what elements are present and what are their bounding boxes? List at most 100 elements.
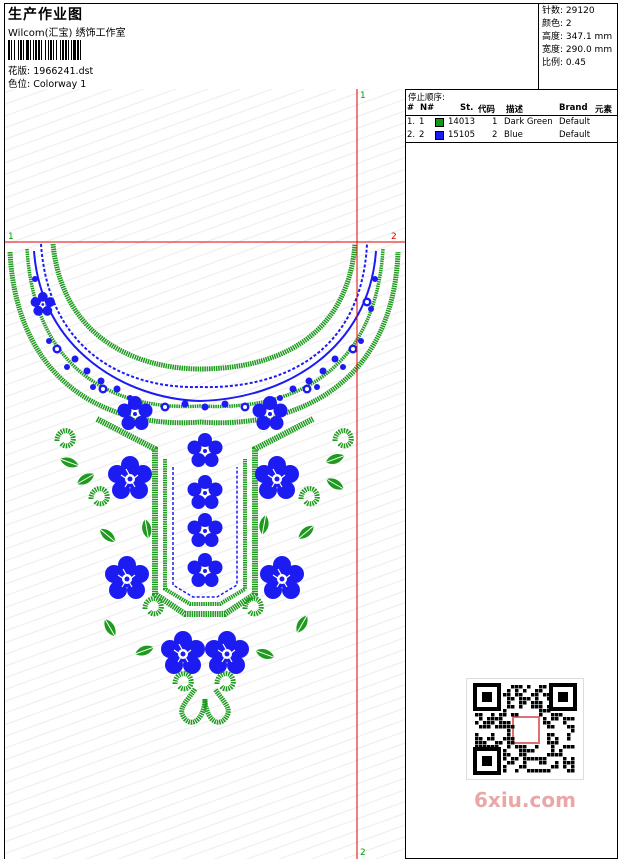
qr-module <box>507 733 511 737</box>
stat-colors: 颜色: 2 <box>542 19 572 29</box>
table-divider <box>406 142 617 143</box>
barcode <box>8 40 142 60</box>
qr-module <box>539 701 543 705</box>
qr-module <box>507 725 511 729</box>
qr-module <box>543 717 547 721</box>
qr-module <box>487 717 491 721</box>
qr-module <box>523 765 527 769</box>
qr-module <box>507 721 511 725</box>
qr-module <box>491 721 495 725</box>
qr-module <box>519 693 523 697</box>
qr-module <box>531 757 535 761</box>
qr-module <box>543 693 547 697</box>
qr-module <box>571 729 575 733</box>
qr-module <box>555 765 559 769</box>
qr-module <box>531 769 535 773</box>
qr-module <box>535 705 539 709</box>
qr-module <box>523 753 527 757</box>
qr-module <box>527 685 531 689</box>
colorway-line: 色位: Colorway 1 <box>8 76 86 90</box>
qr-module <box>543 685 547 689</box>
qr-module <box>507 689 511 693</box>
qr-module <box>527 697 531 701</box>
guide-label-top: 1 <box>360 91 366 101</box>
qr-module <box>539 689 543 693</box>
qr-module <box>479 725 483 729</box>
qr-module <box>539 709 543 713</box>
qr-module <box>487 745 491 749</box>
qr-module <box>511 737 515 741</box>
qr-module <box>475 741 479 745</box>
qr-module <box>495 741 499 745</box>
qr-module <box>499 713 503 717</box>
qr-module <box>531 701 535 705</box>
qr-module <box>539 713 543 717</box>
embroidery-design: 1 2 1 2 <box>5 89 405 859</box>
qr-module <box>559 713 563 717</box>
qr-module <box>519 685 523 689</box>
qr-module <box>571 725 575 729</box>
qr-module <box>551 725 555 729</box>
qr-module <box>507 693 511 697</box>
qr-module <box>563 765 567 769</box>
qr-module <box>507 741 511 745</box>
qr-module <box>535 769 539 773</box>
qr-module <box>523 701 527 705</box>
qr-module <box>475 721 479 725</box>
qr-module <box>535 745 539 749</box>
stop-sequence-row: 1. 1 14013 1 Dark Green Default <box>407 117 591 127</box>
qr-module <box>523 749 527 753</box>
qr-module <box>523 689 527 693</box>
guide-label-right: 2 <box>391 232 397 242</box>
qr-module <box>475 713 479 717</box>
qr-module <box>547 693 551 697</box>
qr-module <box>495 725 499 729</box>
qr-module <box>531 705 535 709</box>
qr-module <box>487 721 491 725</box>
qr-module <box>475 733 479 737</box>
qr-module <box>567 769 571 773</box>
qr-module <box>503 709 507 713</box>
qr-module <box>503 693 507 697</box>
stats-panel: 针数: 29120 颜色: 2 高度: 347.1 mm 宽度: 290.0 m… <box>538 4 617 89</box>
qr-module <box>491 733 495 737</box>
qr-module <box>515 685 519 689</box>
qr-module <box>475 737 479 741</box>
qr-module <box>511 705 515 709</box>
qr-module <box>547 721 551 725</box>
color-swatch-blue <box>435 131 444 140</box>
qr-code <box>466 678 584 780</box>
qr-module <box>503 749 507 753</box>
qr-module <box>547 725 551 729</box>
qr-module <box>507 729 511 733</box>
qr-module <box>559 753 563 757</box>
qr-module <box>567 733 571 737</box>
qr-module <box>551 745 555 749</box>
qr-module <box>507 737 511 741</box>
qr-module <box>483 721 487 725</box>
qr-module <box>475 745 479 749</box>
qr-module <box>503 725 507 729</box>
qr-module <box>539 769 543 773</box>
qr-module <box>551 753 555 757</box>
qr-module <box>511 725 515 729</box>
qr-module <box>523 761 527 765</box>
qr-module <box>491 745 495 749</box>
qr-module <box>539 705 543 709</box>
stop-sequence-row: 2. 2 15105 2 Blue Default <box>407 130 591 140</box>
qr-module <box>499 721 503 725</box>
qr-module <box>515 757 519 761</box>
qr-module <box>515 693 519 697</box>
qr-module <box>551 733 555 737</box>
qr-module <box>547 733 551 737</box>
qr-module <box>547 753 551 757</box>
qr-module <box>531 693 535 697</box>
qr-module <box>539 757 543 761</box>
qr-module <box>507 701 511 705</box>
qr-module <box>551 741 555 745</box>
qr-module <box>523 745 527 749</box>
qr-module <box>519 745 523 749</box>
qr-module <box>519 697 523 701</box>
qr-module <box>511 761 515 765</box>
qr-module <box>539 761 543 765</box>
